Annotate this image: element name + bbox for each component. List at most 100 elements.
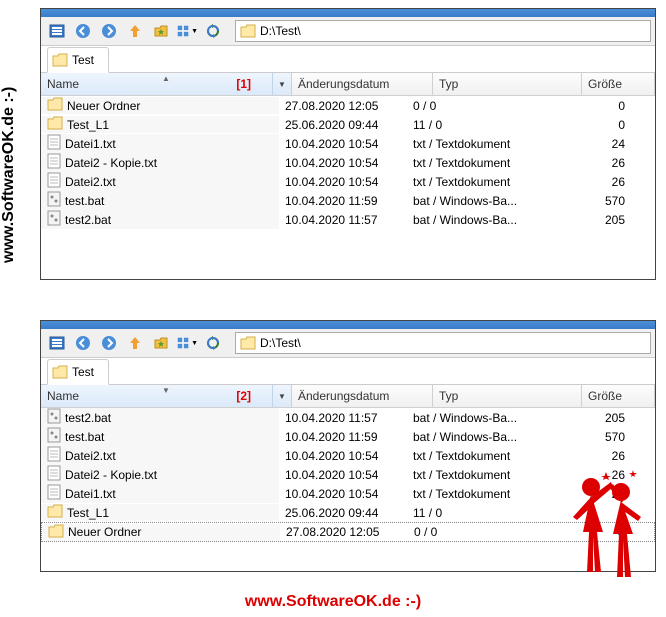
- view-mode-icon[interactable]: ▼: [175, 19, 199, 43]
- txt-icon: [47, 465, 61, 484]
- table-row[interactable]: test.bat10.04.2020 11:59bat / Windows-Ba…: [41, 427, 655, 446]
- favorites-icon[interactable]: [149, 331, 173, 355]
- header-name[interactable]: ▼ Name [2] ▼: [41, 385, 292, 407]
- cartoon-figures: [561, 462, 651, 582]
- column-headers: ▼ Name [2] ▼ Änderungsdatum Typ Größe: [41, 385, 655, 408]
- table-row[interactable]: test2.bat10.04.2020 11:57bat / Windows-B…: [41, 408, 655, 427]
- cell-date: 27.08.2020 12:05: [280, 525, 408, 539]
- cell-size: 26: [543, 175, 655, 189]
- cell-type: 0 / 0: [407, 99, 543, 113]
- cell-type: bat / Windows-Ba...: [407, 430, 543, 444]
- chevron-down-icon[interactable]: ▼: [272, 385, 291, 407]
- folder-icon: [240, 336, 256, 350]
- cell-name: Datei2 - Kopie.txt: [41, 465, 279, 484]
- cell-date: 10.04.2020 10:54: [279, 487, 407, 501]
- nav-back-icon[interactable]: [71, 19, 95, 43]
- folder-icon: [240, 24, 256, 38]
- cell-type: bat / Windows-Ba...: [407, 194, 543, 208]
- header-size[interactable]: Größe: [582, 73, 655, 95]
- cell-date: 10.04.2020 10:54: [279, 137, 407, 151]
- watermark-side: www.SoftwareOK.de :-): [0, 0, 30, 370]
- view-mode-icon[interactable]: ▼: [175, 331, 199, 355]
- view-props-icon[interactable]: [45, 19, 69, 43]
- cell-type: txt / Textdokument: [407, 468, 543, 482]
- tab-test[interactable]: Test: [47, 359, 109, 385]
- watermark-bottom: www.SoftwareOK.de :-): [0, 587, 666, 617]
- header-date[interactable]: Änderungsdatum: [292, 385, 433, 407]
- path-input[interactable]: D:\Test\: [235, 20, 651, 42]
- tab-test[interactable]: Test: [47, 47, 109, 73]
- nav-forward-icon[interactable]: [97, 19, 121, 43]
- header-type[interactable]: Typ: [433, 385, 582, 407]
- table-row[interactable]: Datei1.txt10.04.2020 10:54txt / Textdoku…: [41, 134, 655, 153]
- bat-icon: [47, 210, 61, 229]
- nav-up-icon[interactable]: [123, 19, 147, 43]
- header-size[interactable]: Größe: [582, 385, 655, 407]
- file-explorer-pane-1: ▼ D:\Test\ Test ▲ Name [1] ▼ Änderungsda…: [40, 8, 656, 280]
- table-row[interactable]: Neuer Ordner27.08.2020 12:050 / 00: [41, 96, 655, 115]
- cell-date: 10.04.2020 10:54: [279, 468, 407, 482]
- cell-name: Neuer Ordner: [41, 97, 279, 114]
- table-row[interactable]: Test_L125.06.2020 09:4411 / 00: [41, 115, 655, 134]
- cell-type: 11 / 0: [407, 506, 543, 520]
- cell-type: bat / Windows-Ba...: [407, 411, 543, 425]
- table-row[interactable]: Datei2.txt10.04.2020 10:54txt / Textdoku…: [41, 172, 655, 191]
- cell-name: test.bat: [41, 427, 279, 446]
- table-row[interactable]: test2.bat10.04.2020 11:57bat / Windows-B…: [41, 210, 655, 229]
- bat-icon: [47, 427, 61, 446]
- tab-label: Test: [72, 365, 94, 379]
- table-row[interactable]: test.bat10.04.2020 11:59bat / Windows-Ba…: [41, 191, 655, 210]
- cell-name: test.bat: [41, 191, 279, 210]
- cell-type: txt / Textdokument: [407, 175, 543, 189]
- cell-name: Datei1.txt: [41, 484, 279, 503]
- cell-date: 27.08.2020 12:05: [279, 99, 407, 113]
- cell-size: 570: [543, 194, 655, 208]
- cell-name: Datei2.txt: [41, 446, 279, 465]
- header-date[interactable]: Änderungsdatum: [292, 73, 433, 95]
- cell-size: 570: [543, 430, 655, 444]
- folder-icon: [47, 504, 63, 521]
- cell-type: txt / Textdokument: [407, 449, 543, 463]
- cell-name: Datei1.txt: [41, 134, 279, 153]
- folder-icon: [52, 365, 68, 379]
- cell-size: 205: [543, 411, 655, 425]
- path-input[interactable]: D:\Test\: [235, 332, 651, 354]
- txt-icon: [47, 446, 61, 465]
- folder-icon: [48, 524, 64, 541]
- table-row[interactable]: Datei2 - Kopie.txt10.04.2020 10:54txt / …: [41, 153, 655, 172]
- window-titlebar[interactable]: [41, 9, 655, 17]
- cell-date: 10.04.2020 11:57: [279, 411, 407, 425]
- header-type[interactable]: Typ: [433, 73, 582, 95]
- header-name[interactable]: ▲ Name [1] ▼: [41, 73, 292, 95]
- sort-asc-icon: ▲: [162, 74, 170, 83]
- cell-date: 10.04.2020 11:59: [279, 430, 407, 444]
- bat-icon: [47, 408, 61, 427]
- txt-icon: [47, 172, 61, 191]
- cell-size: 26: [543, 156, 655, 170]
- cell-date: 10.04.2020 11:57: [279, 213, 407, 227]
- cell-type: 0 / 0: [408, 525, 544, 539]
- nav-up-icon[interactable]: [123, 331, 147, 355]
- cell-date: 10.04.2020 10:54: [279, 175, 407, 189]
- nav-forward-icon[interactable]: [97, 331, 121, 355]
- folder-icon: [52, 53, 68, 67]
- cell-size: 0: [543, 118, 655, 132]
- tab-row: Test: [41, 46, 655, 73]
- chevron-down-icon[interactable]: ▼: [272, 73, 291, 95]
- cell-date: 10.04.2020 10:54: [279, 449, 407, 463]
- file-list-1[interactable]: Neuer Ordner27.08.2020 12:050 / 00Test_L…: [41, 96, 655, 229]
- toolbar: ▼ D:\Test\: [41, 17, 655, 46]
- cell-type: txt / Textdokument: [407, 156, 543, 170]
- txt-icon: [47, 153, 61, 172]
- annotation-2: [2]: [236, 389, 251, 403]
- favorites-icon[interactable]: [149, 19, 173, 43]
- folder-icon: [47, 116, 63, 133]
- nav-back-icon[interactable]: [71, 331, 95, 355]
- window-titlebar[interactable]: [41, 321, 655, 329]
- refresh-icon[interactable]: [201, 19, 225, 43]
- view-props-icon[interactable]: [45, 331, 69, 355]
- tab-row: Test: [41, 358, 655, 385]
- refresh-icon[interactable]: [201, 331, 225, 355]
- txt-icon: [47, 484, 61, 503]
- tab-label: Test: [72, 53, 94, 67]
